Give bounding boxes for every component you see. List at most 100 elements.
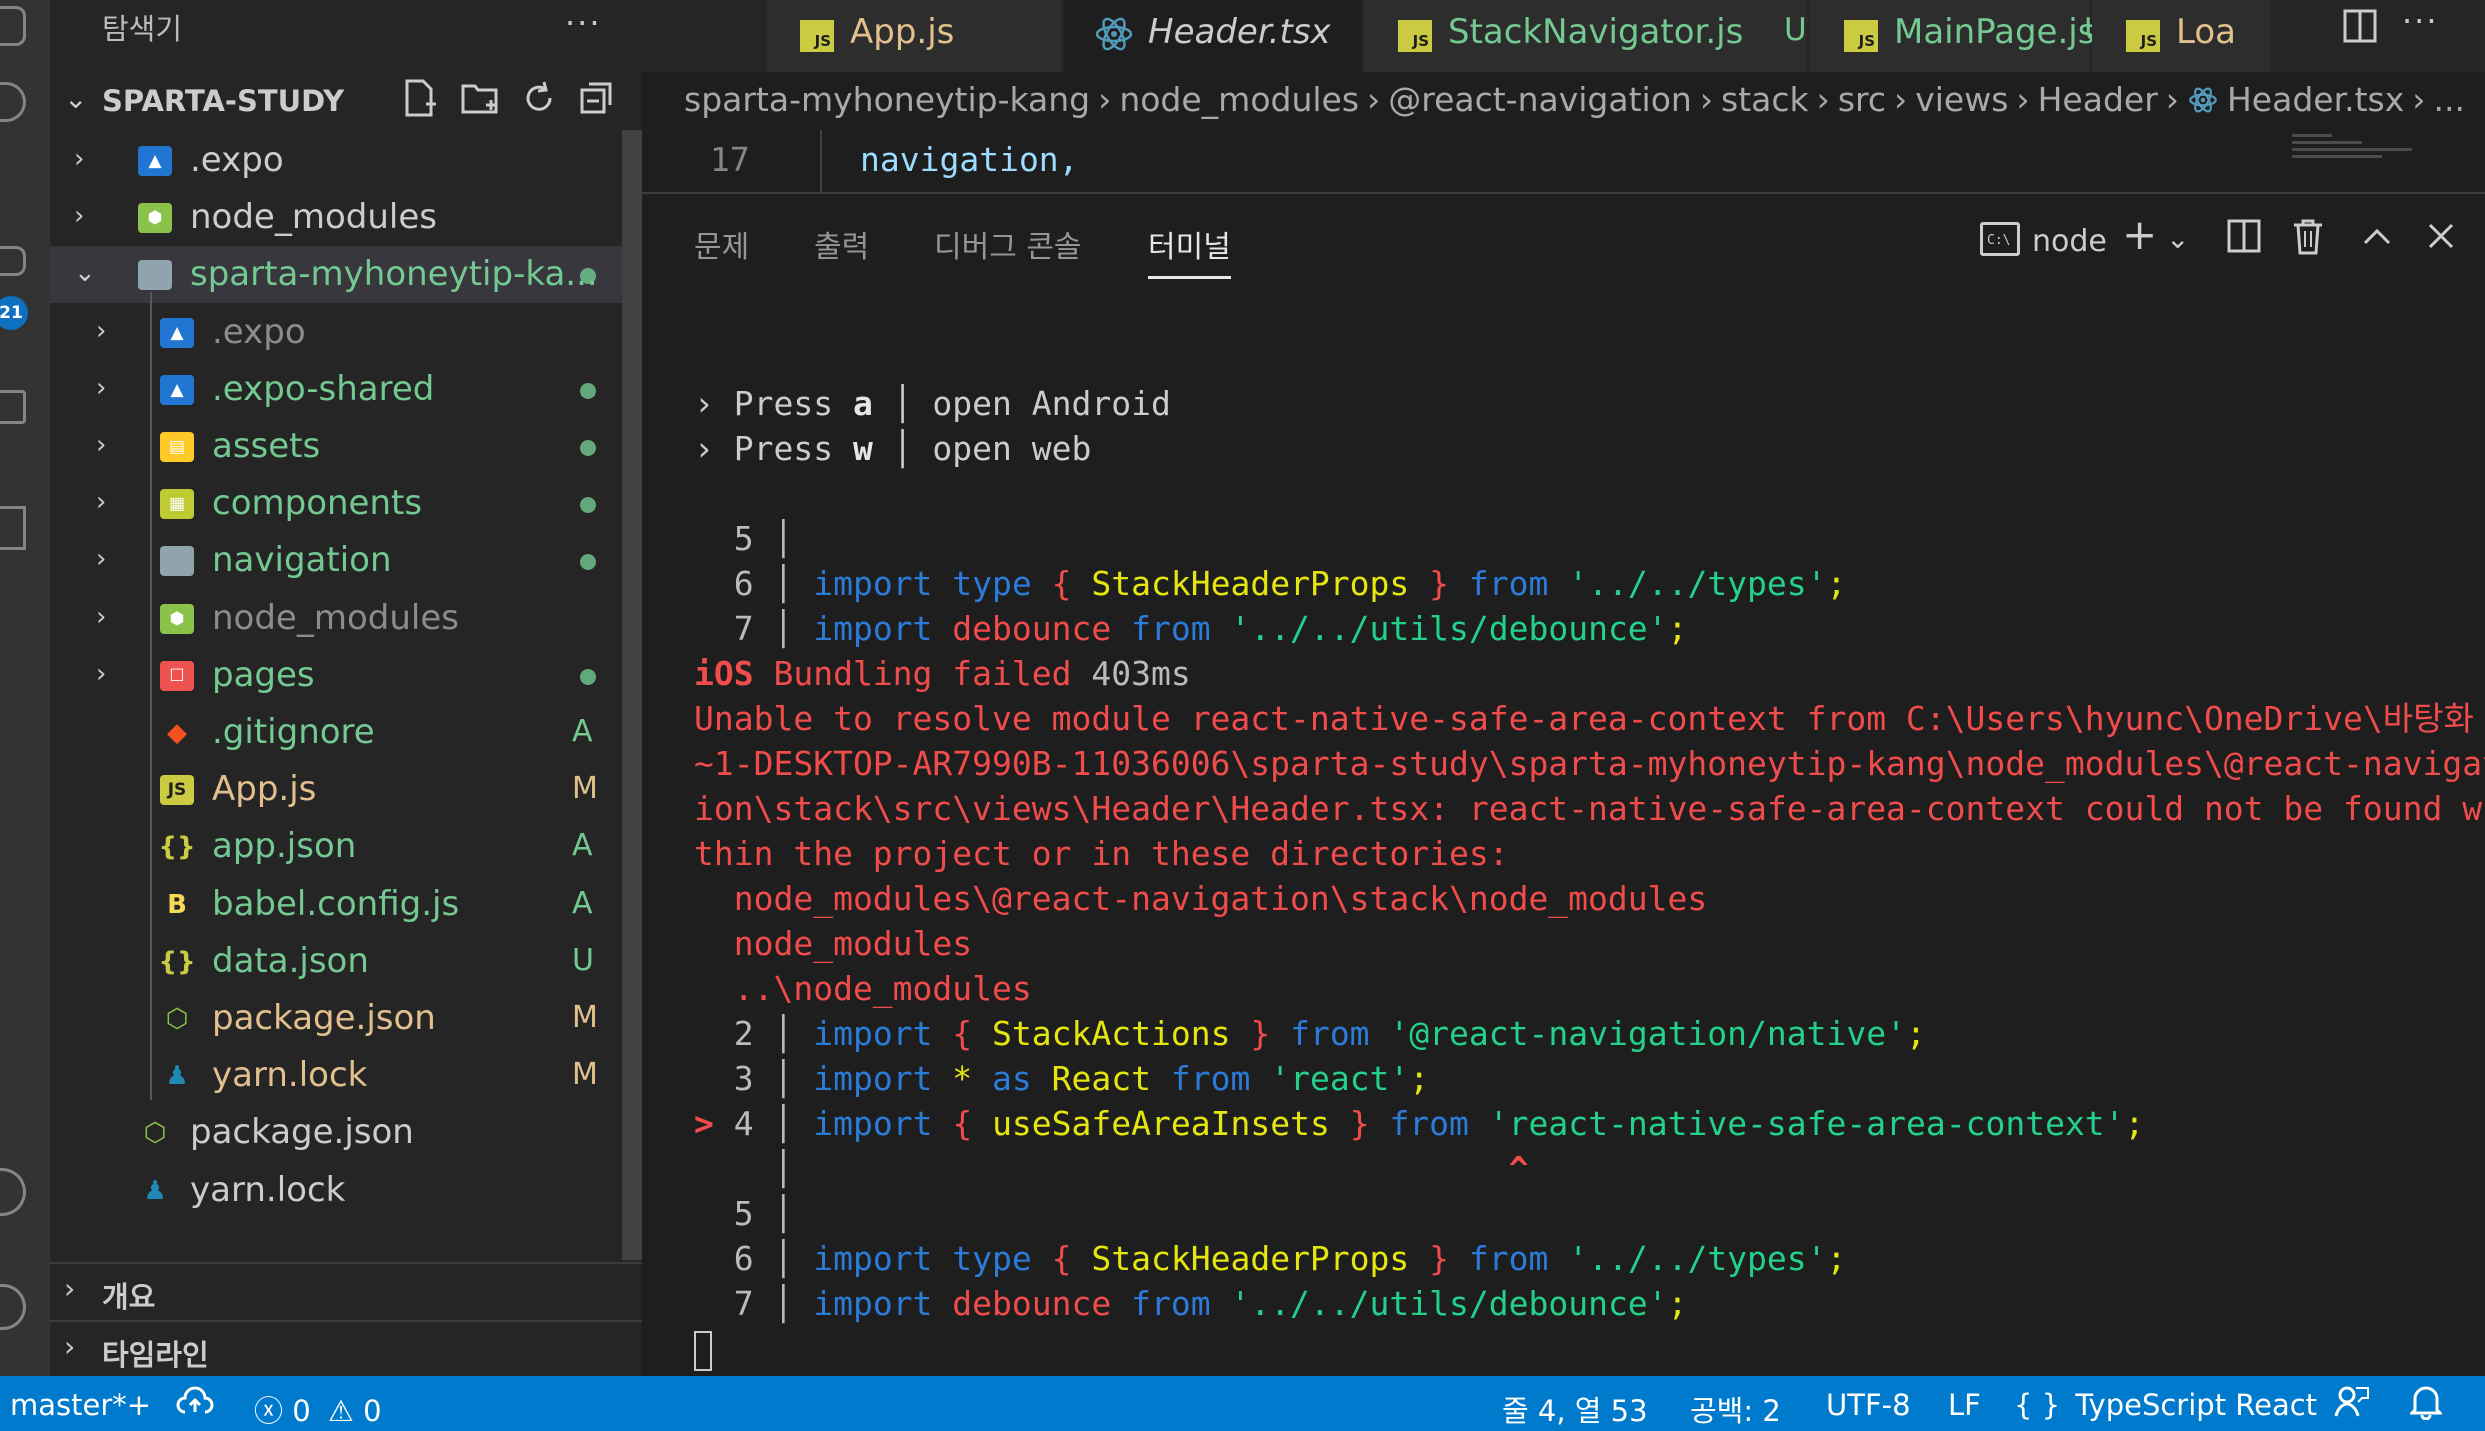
new-file-icon[interactable] bbox=[400, 78, 438, 120]
account-icon[interactable] bbox=[0, 1168, 26, 1216]
terminal-text: Bundling failed bbox=[753, 654, 1092, 693]
close-panel-icon[interactable] bbox=[2426, 220, 2456, 260]
terminal-text: import bbox=[813, 1104, 953, 1143]
chevron-right-icon: › bbox=[1816, 80, 1830, 119]
tree-item[interactable]: › ▲ .expo bbox=[50, 304, 624, 361]
git-status-dot bbox=[580, 440, 596, 456]
tab-output[interactable]: 출력 bbox=[814, 222, 869, 266]
editor-tab[interactable]: Header.tsx× bbox=[1064, 0, 1418, 72]
editor-tab[interactable]: JS Loa bbox=[2092, 0, 2272, 72]
language-mode[interactable]: { } TypeScript React bbox=[2014, 1388, 2317, 1422]
breadcrumb-item[interactable]: Header bbox=[2038, 80, 2158, 119]
sync-icon[interactable] bbox=[176, 1386, 214, 1425]
terminal-line: ion\stack\src\views\Header\Header.tsx: r… bbox=[694, 786, 2485, 831]
terminal-text: from bbox=[1468, 1239, 1569, 1278]
tree-item[interactable]: ⌄ sparta-myhoneytip-ka... bbox=[50, 246, 624, 304]
tree-item[interactable]: ♟ yarn.lock bbox=[50, 1162, 624, 1219]
terminal-line: › Press w │ open web bbox=[694, 426, 2485, 471]
tree-item[interactable]: › ⬢ node_modules bbox=[50, 189, 624, 246]
cursor-position[interactable]: 줄 4, 열 53 bbox=[1502, 1388, 1648, 1430]
tree-item[interactable]: › ▲ .expo bbox=[50, 132, 624, 189]
indentation[interactable]: 공백: 2 bbox=[1690, 1388, 1781, 1430]
tree-item[interactable]: ⬡ package.json M bbox=[50, 990, 624, 1047]
terminal-prompt[interactable] bbox=[694, 1326, 2485, 1371]
terminal-text: } bbox=[1230, 1014, 1291, 1053]
encoding[interactable]: UTF-8 bbox=[1826, 1388, 1911, 1422]
breadcrumb-item[interactable]: @react-navigation bbox=[1388, 80, 1692, 119]
chevron-down-icon[interactable]: ⌄ bbox=[2166, 222, 2189, 255]
git-status-badge: A bbox=[572, 885, 593, 921]
editor-tab[interactable]: JS StackNavigator.js U bbox=[1364, 0, 1808, 72]
more-actions-icon[interactable]: ··· bbox=[565, 4, 602, 42]
terminal-text: StackHeaderProps bbox=[1091, 564, 1410, 603]
breadcrumb-item[interactable]: sparta-myhoneytip-kang bbox=[684, 80, 1090, 119]
feedback-icon[interactable] bbox=[2334, 1384, 2370, 1427]
yarn-icon: ♟ bbox=[165, 1061, 189, 1092]
run-debug-icon[interactable] bbox=[0, 390, 26, 424]
tab-debug-console[interactable]: 디버그 콘솔 bbox=[934, 222, 1082, 266]
sidebar-scrollbar[interactable] bbox=[622, 130, 642, 1260]
outline-section[interactable]: › 개요 bbox=[50, 1262, 642, 1318]
editor-tab[interactable]: JSApp.jsM bbox=[766, 0, 1095, 72]
more-actions-icon[interactable]: ··· bbox=[2402, 2, 2439, 40]
code-line[interactable]: navigation, bbox=[860, 140, 1079, 179]
tree-item[interactable]: › navigation bbox=[50, 532, 624, 589]
terminal-selector[interactable]: node bbox=[2032, 224, 2107, 259]
tab-problems[interactable]: 문제 bbox=[694, 222, 749, 266]
collapse-all-icon[interactable] bbox=[578, 78, 616, 120]
problems-indicator[interactable]: ⓧ 0 ⚠ 0 bbox=[254, 1388, 382, 1430]
assets-folder-icon: ▤ bbox=[160, 432, 194, 462]
terminal-text: { bbox=[1051, 564, 1092, 603]
refresh-icon[interactable] bbox=[520, 78, 558, 120]
tree-item[interactable]: ♟ yarn.lock M bbox=[50, 1047, 624, 1104]
terminal-output[interactable]: › Press a │ open Android › Press w │ open… bbox=[694, 336, 2485, 1371]
breadcrumb-item[interactable]: node_modules bbox=[1119, 80, 1359, 119]
trash-icon[interactable] bbox=[2292, 218, 2324, 265]
tree-item[interactable]: {} data.json U bbox=[50, 933, 624, 990]
tree-item[interactable]: › ▲ .expo-shared bbox=[50, 361, 624, 418]
tree-item[interactable]: Bbabel.config.js A bbox=[50, 876, 624, 933]
notifications-bell-icon[interactable] bbox=[2408, 1384, 2444, 1427]
tree-item[interactable]: › ▦ components bbox=[50, 475, 624, 532]
terminal-text: 5 │ bbox=[694, 1194, 794, 1233]
end-of-line[interactable]: LF bbox=[1948, 1388, 1981, 1422]
explorer-icon[interactable] bbox=[0, 6, 26, 46]
split-terminal-icon[interactable] bbox=[2226, 218, 2262, 263]
terminal-text: debounce bbox=[952, 1284, 1132, 1323]
breadcrumb-item[interactable]: src bbox=[1838, 80, 1886, 119]
maximize-panel-icon[interactable] bbox=[2360, 220, 2394, 260]
tab-terminal[interactable]: 터미널 bbox=[1148, 222, 1231, 279]
breadcrumb-item[interactable]: ... bbox=[2433, 80, 2464, 119]
tree-item[interactable]: JS App.js M bbox=[50, 761, 624, 818]
workspace-header[interactable]: ⌄ SPARTA-STUDY bbox=[50, 78, 642, 126]
tree-item[interactable]: ⬡ package.json bbox=[50, 1104, 624, 1161]
tree-item[interactable]: › ☐ pages bbox=[50, 647, 624, 704]
extensions-icon[interactable] bbox=[0, 506, 26, 550]
terminal-text: ; bbox=[2124, 1104, 2145, 1143]
terminal-text: 'react' bbox=[1270, 1059, 1410, 1098]
language-label: TypeScript React bbox=[2075, 1388, 2318, 1422]
react-icon bbox=[2187, 80, 2227, 119]
new-folder-icon[interactable] bbox=[460, 78, 498, 120]
tree-item[interactable]: {} app.json A bbox=[50, 818, 624, 875]
timeline-section[interactable]: › 타임라인 bbox=[50, 1320, 642, 1376]
minimap[interactable] bbox=[2292, 130, 2442, 194]
tree-item[interactable]: ◆ .gitignore A bbox=[50, 704, 624, 761]
breadcrumb-item[interactable]: Header.tsx bbox=[2227, 80, 2404, 119]
breadcrumb-item[interactable]: stack bbox=[1721, 80, 1809, 119]
source-control-icon[interactable] bbox=[0, 246, 26, 276]
editor-tab[interactable]: JSMainPage.jsU bbox=[1810, 0, 2107, 72]
terminal-text: import bbox=[813, 1014, 953, 1053]
search-icon[interactable] bbox=[0, 82, 26, 122]
breadcrumb-item[interactable]: views bbox=[1915, 80, 2008, 119]
branch-indicator[interactable]: master*+ bbox=[10, 1388, 151, 1422]
split-editor-icon[interactable] bbox=[2342, 8, 2378, 53]
tree-item[interactable]: › ⬢ node_modules bbox=[50, 590, 624, 647]
editor-area[interactable]: 17 navigation, bbox=[642, 130, 2485, 194]
warning-count: 0 bbox=[363, 1394, 382, 1428]
new-terminal-icon[interactable]: + bbox=[2122, 210, 2157, 259]
settings-gear-icon[interactable] bbox=[0, 1284, 26, 1330]
tree-item[interactable]: › ▤ assets bbox=[50, 418, 624, 475]
tree-item-label: app.json bbox=[212, 826, 357, 867]
terminal-text: import bbox=[813, 1284, 953, 1323]
